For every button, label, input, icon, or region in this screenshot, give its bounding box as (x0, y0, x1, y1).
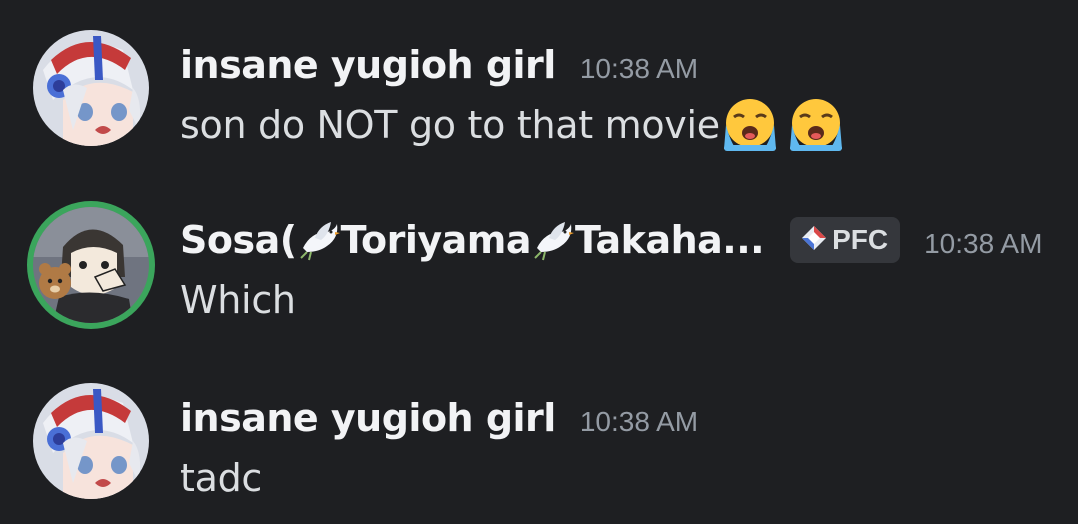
message-timestamp: 10:38 AM (579, 406, 699, 437)
username-part: Sosa( (180, 218, 297, 262)
message-timestamp: 10:38 AM (579, 53, 699, 84)
avatar[interactable] (33, 30, 149, 146)
username[interactable]: insane yugioh girl (180, 43, 556, 87)
server-tag[interactable]: PFC (790, 217, 901, 263)
message-text: tadc (180, 456, 262, 500)
message-item: insane yugioh girl 10:38 AM son do NOT g… (0, 25, 1078, 175)
message-text: Which (180, 278, 296, 322)
username[interactable]: Sosa( Toriyama Takaha... (180, 218, 765, 262)
message-timestamp: 10:38 AM (924, 228, 1043, 259)
message-item: Sosa( Toriyama Takaha... PFC 10:38 AM Wh… (0, 200, 1078, 350)
username[interactable]: insane yugioh girl (180, 396, 556, 440)
diamond-icon (800, 224, 828, 256)
loudly-crying-face-icon[interactable] (720, 95, 780, 155)
username-part: Takaha... (575, 218, 765, 262)
username-part: Toriyama (340, 218, 532, 262)
dove-icon (531, 218, 575, 262)
message-text: son do NOT go to that movie (180, 103, 720, 147)
tag-label: PFC (832, 224, 889, 255)
dove-icon (297, 218, 341, 262)
loudly-crying-face-icon[interactable] (786, 95, 846, 155)
avatar[interactable] (33, 383, 149, 499)
message-item: insane yugioh girl 10:38 AM tadc (0, 378, 1078, 524)
avatar[interactable] (27, 201, 155, 329)
